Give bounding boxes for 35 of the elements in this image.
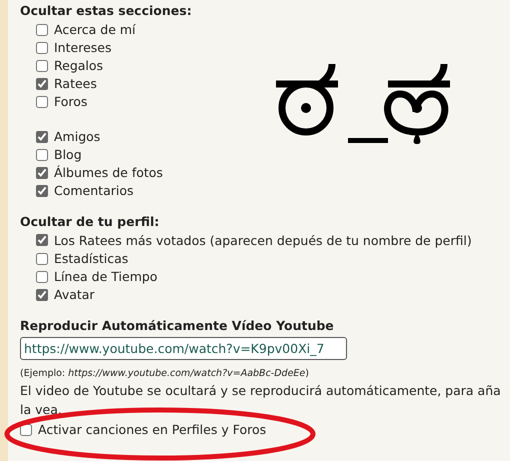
section-heading: Ocultar estas secciones:	[20, 2, 192, 20]
checkbox-label: Intereses	[54, 38, 112, 57]
checkbox-label: Blog	[54, 146, 82, 164]
section-heading: Reproducir Automáticamente Vídeo Youtube	[20, 316, 334, 334]
checkbox-label: Estadísticas	[54, 250, 128, 268]
checkbox[interactable]	[36, 166, 48, 179]
checkbox-label: Activar canciones en Perfiles y Foros	[38, 420, 266, 438]
checkbox[interactable]	[36, 234, 48, 246]
description-text: la vea.	[20, 402, 62, 418]
checkbox[interactable]	[36, 24, 48, 36]
checkbox[interactable]	[36, 42, 48, 54]
checkbox[interactable]	[20, 424, 32, 436]
url-field[interactable]: https://www.youtube.com/watch?v=K9pv00Xi_7	[20, 337, 347, 360]
checkbox-label: Álbumes de fotos	[54, 164, 163, 182]
checkbox-label: Foros	[54, 92, 88, 111]
checkbox[interactable]	[36, 252, 48, 264]
checkbox-label: Ratees	[54, 74, 97, 93]
checkbox[interactable]	[36, 130, 48, 143]
checkbox-label: Regalos	[54, 56, 104, 75]
description-text: El video de Youtube se ocultará y se reproducirá automáticamente, para aña	[20, 383, 501, 399]
checkbox-label: Línea de Tiempo	[54, 268, 158, 286]
checkbox[interactable]	[36, 78, 48, 90]
example-hint: (Ejemplo: https://www.youtube.com/watch?v=AabBc-DdeEe)	[20, 367, 309, 382]
checkbox-label: Los Ratees más votados (aparecen depués de tu nombre de perfil)	[54, 232, 472, 248]
section-heading: Ocultar de tu perfil:	[20, 212, 160, 231]
checkbox[interactable]	[36, 60, 48, 72]
checkbox-label: Acerca de mí	[54, 20, 136, 39]
checkbox[interactable]	[36, 288, 48, 300]
checkbox-label: Amigos	[54, 128, 100, 146]
checkbox[interactable]	[36, 96, 48, 108]
checkbox-label: Avatar	[54, 286, 95, 304]
checkbox[interactable]	[36, 184, 48, 197]
checkbox-label: Comentarios	[54, 182, 134, 200]
checkbox[interactable]	[36, 148, 48, 161]
checkbox[interactable]	[36, 270, 48, 282]
